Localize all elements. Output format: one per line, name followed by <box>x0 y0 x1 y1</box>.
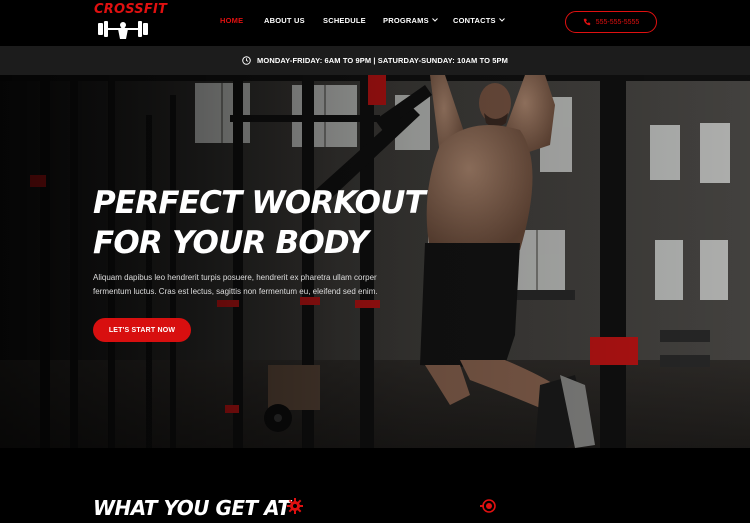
clock-icon <box>242 56 251 65</box>
nav-home-label: HOME <box>220 16 244 25</box>
phone-button[interactable]: 555-555-5555 <box>565 11 657 33</box>
nav-about[interactable]: ABOUT US <box>264 16 305 25</box>
hero-title-line1: PERFECT WORKOUT <box>93 185 426 221</box>
target-icon <box>480 499 496 513</box>
nav-contacts-label: CONTACTS <box>453 16 496 25</box>
phone-icon <box>583 18 590 26</box>
hero-description: Aliquam dapibus leo hendrerit turpis pos… <box>93 273 378 296</box>
phone-number: 555-555-5555 <box>595 18 640 26</box>
nav-home[interactable]: HOME <box>220 16 243 25</box>
site-header: CROSSFIT HOME ABOUT US SCHEDULE PROGRAMS… <box>0 0 750 46</box>
nav-schedule-label: SCHEDULE <box>323 16 366 25</box>
schedule-bar: MONDAY-FRIDAY: 6AM TO 9PM | SATURDAY-SUN… <box>0 46 750 75</box>
nav-programs-label: PROGRAMS <box>383 16 429 25</box>
hero-title-line2: FOR YOUR BODY <box>93 225 369 261</box>
nav-schedule[interactable]: SCHEDULE <box>323 16 366 25</box>
nav-about-label: ABOUT US <box>264 16 305 25</box>
barbell-icon <box>98 21 148 39</box>
schedule-text: MONDAY-FRIDAY: 6AM TO 9PM | SATURDAY-SUN… <box>257 56 508 65</box>
features-section: WHAT YOU GET AT <box>0 448 750 523</box>
start-now-button[interactable]: LET'S START NOW <box>93 318 191 342</box>
section-title: WHAT YOU GET AT <box>93 496 291 520</box>
nav-contacts[interactable]: CONTACTS <box>453 16 505 25</box>
hero-section: PERFECT WORKOUT FOR YOUR BODY Aliquam da… <box>0 75 750 448</box>
logo-text: CROSSFIT <box>94 2 168 17</box>
chevron-down-icon <box>431 18 438 22</box>
hero-title: PERFECT WORKOUT FOR YOUR BODY <box>93 183 426 263</box>
crossfit-logo[interactable]: CROSSFIT <box>92 2 167 42</box>
nav-programs[interactable]: PROGRAMS <box>383 16 438 25</box>
chevron-down-icon <box>498 18 505 22</box>
gear-icon <box>287 498 303 514</box>
